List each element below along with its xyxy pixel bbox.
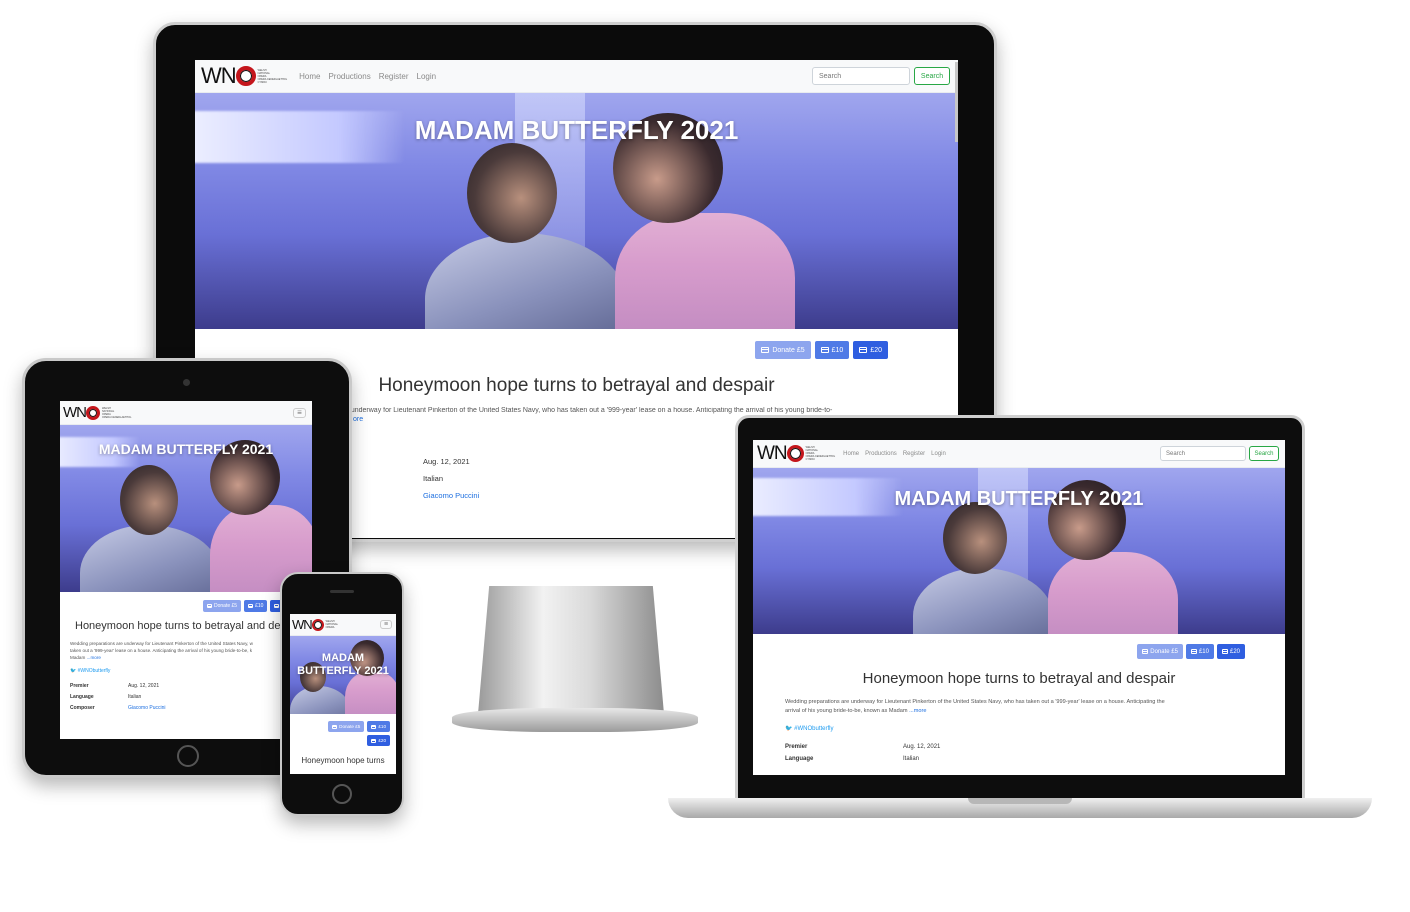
hero-image: MADAM BUTTERFLY 2021 — [753, 468, 1285, 634]
production-description: e underway for Lieutenant Pinkerton of t… — [345, 407, 833, 414]
credit-card-icon — [1142, 649, 1149, 654]
production-description: Wedding preparations are underway for Li… — [785, 699, 1165, 714]
twitter-icon: 🐦 — [785, 726, 793, 732]
donate-10-button[interactable]: £10 — [244, 600, 268, 612]
hero-image: MADAM BUTTERFLY 2021 — [195, 93, 958, 329]
logo-wordmark: WN — [201, 63, 237, 88]
production-title: MADAM BUTTERFLY 2021 — [98, 441, 274, 457]
production-headline: Honeymoon hope turns to betrayal and des… — [75, 620, 293, 632]
more-link[interactable]: ...more — [87, 655, 101, 660]
laptop-screen: WN WELSH NATIONAL OPERA OPERA CENEDLAETHOL C… — [753, 440, 1285, 775]
credit-card-icon — [820, 347, 829, 353]
production-meta: Premier Aug. 12, 2021 Language Italian Com… — [70, 683, 312, 711]
laptop-device: WN WELSH NATIONAL OPERA OPERA CENEDLAETHOL C… — [735, 415, 1305, 801]
navbar: WN WELSH NATIONAL OPERA OPERA CENEDLAETHOL … — [60, 401, 312, 425]
credit-card-icon — [761, 347, 770, 353]
phone-device: WN WELSH NATIONAL OPERA ≡ MADAM BUTTERFLY … — [280, 572, 404, 816]
search-button[interactable]: Search — [914, 67, 950, 85]
phone-home-button[interactable] — [332, 784, 352, 804]
hamburger-menu-icon[interactable]: ≡ — [380, 620, 392, 629]
logo-o-ring — [235, 66, 256, 86]
production-meta: Premier Aug. 12, 2021 Language Italian — [785, 744, 941, 762]
production-title: MADAM BUTTERFLY 2021 — [414, 115, 739, 145]
nav-links: Home Productions Register Login — [843, 451, 946, 457]
donate-buttons: Donate £5 £10 £20 — [290, 714, 396, 746]
monitor-stand — [478, 586, 664, 714]
nav-register[interactable]: Register — [379, 72, 409, 81]
donate-5-button[interactable]: Donate £5 — [328, 721, 365, 732]
hero-performer-woman — [615, 213, 795, 329]
donate-buttons: Donate £5 £10 £20 — [753, 634, 1285, 659]
hero-image: MADAM BUTTERFLY 2021 — [60, 425, 312, 592]
donate-buttons: Donate £5 £10 £20 — [195, 329, 958, 359]
credit-card-icon — [1190, 649, 1197, 654]
production-description: Wedding preparations are underway for Li… — [70, 641, 253, 660]
credit-card-icon — [274, 604, 280, 608]
nav-login[interactable]: Login — [931, 451, 946, 457]
phone-speaker — [330, 590, 354, 593]
donate-5-button[interactable]: Donate £5 — [755, 341, 811, 359]
twitter-icon: 🐦 — [70, 668, 77, 674]
donate-5-button[interactable]: Donate £5 — [1137, 644, 1183, 659]
credit-card-icon — [332, 724, 338, 729]
donate-20-button[interactable]: £20 — [1216, 644, 1245, 659]
twitter-hashtag[interactable]: 🐦 #WNObutterfly — [70, 668, 312, 674]
search-input[interactable]: Search — [1160, 446, 1246, 461]
logo-subtitle: WELSH NATIONAL OPERA OPERA CENEDLAETHOL CYMR… — [257, 68, 288, 84]
laptop-notch — [968, 798, 1072, 804]
donate-20-button[interactable]: £20 — [853, 341, 888, 359]
phone-screen: WN WELSH NATIONAL OPERA ≡ MADAM BUTTERFLY … — [290, 614, 396, 774]
navbar: WN WELSH NATIONAL OPERA OPERA CENEDLAETHOL C… — [753, 440, 1285, 468]
wno-logo[interactable]: WN WELSH NATIONAL OPERA OPERA CENEDLAETHOL C… — [201, 63, 287, 89]
tablet-screen: WN WELSH NATIONAL OPERA OPERA CENEDLAETHOL … — [60, 401, 312, 739]
wno-logo[interactable]: WN WELSH NATIONAL OPERA OPERA CENEDLAETHOL C… — [757, 443, 835, 465]
credit-card-icon — [248, 604, 254, 608]
production-title: MADAM BUTTERFLY 2021 — [894, 488, 1144, 510]
nav-productions[interactable]: Productions — [865, 451, 897, 457]
tablet-home-button[interactable] — [177, 745, 199, 767]
credit-card-icon — [859, 347, 868, 353]
production-headline: Honeymoon hope turns to betrayal and des… — [862, 670, 1176, 687]
nav-home[interactable]: Home — [843, 451, 859, 457]
donate-10-button[interactable]: £10 — [814, 341, 850, 359]
wno-logo[interactable]: WN WELSH NATIONAL OPERA OPERA CENEDLAETHOL — [63, 404, 131, 421]
twitter-hashtag[interactable]: 🐦 #WNObutterfly — [785, 725, 1285, 732]
credit-card-icon — [1221, 649, 1228, 654]
credit-card-icon — [371, 724, 377, 729]
production-headline: Honeymoon hope turns — [301, 756, 385, 765]
donate-20-button[interactable]: £20 — [367, 735, 390, 746]
navbar: WN WELSH NATIONAL OPERA ≡ — [290, 614, 396, 636]
hero-image: MADAM BUTTERFLY 2021 — [290, 636, 396, 714]
monitor-scrollbar[interactable] — [955, 62, 958, 142]
credit-card-icon — [371, 738, 377, 743]
tablet-camera — [183, 379, 190, 386]
monitor-base — [452, 708, 698, 732]
laptop-base — [668, 798, 1372, 818]
hero-performer-man — [425, 233, 625, 329]
navbar: WN WELSH NATIONAL OPERA OPERA CENEDLAETHOL C… — [195, 60, 958, 93]
donate-10-button[interactable]: £10 — [1185, 644, 1214, 659]
search-input[interactable]: Search — [812, 67, 910, 85]
search-button[interactable]: Search — [1249, 446, 1279, 461]
nav-productions[interactable]: Productions — [328, 72, 370, 81]
nav-register[interactable]: Register — [903, 451, 925, 457]
more-link[interactable]: ...more — [909, 708, 926, 714]
nav-login[interactable]: Login — [417, 72, 437, 81]
donate-10-button[interactable]: £10 — [367, 721, 390, 732]
wno-logo[interactable]: WN WELSH NATIONAL OPERA — [292, 617, 338, 632]
nav-home[interactable]: Home — [299, 72, 320, 81]
credit-card-icon — [207, 604, 212, 608]
hamburger-menu-icon[interactable]: ≡ — [293, 407, 306, 418]
donate-5-button[interactable]: Donate £5 — [203, 600, 242, 612]
production-title: MADAM BUTTERFLY 2021 — [297, 652, 389, 677]
nav-links: Home Productions Register Login — [299, 72, 436, 81]
